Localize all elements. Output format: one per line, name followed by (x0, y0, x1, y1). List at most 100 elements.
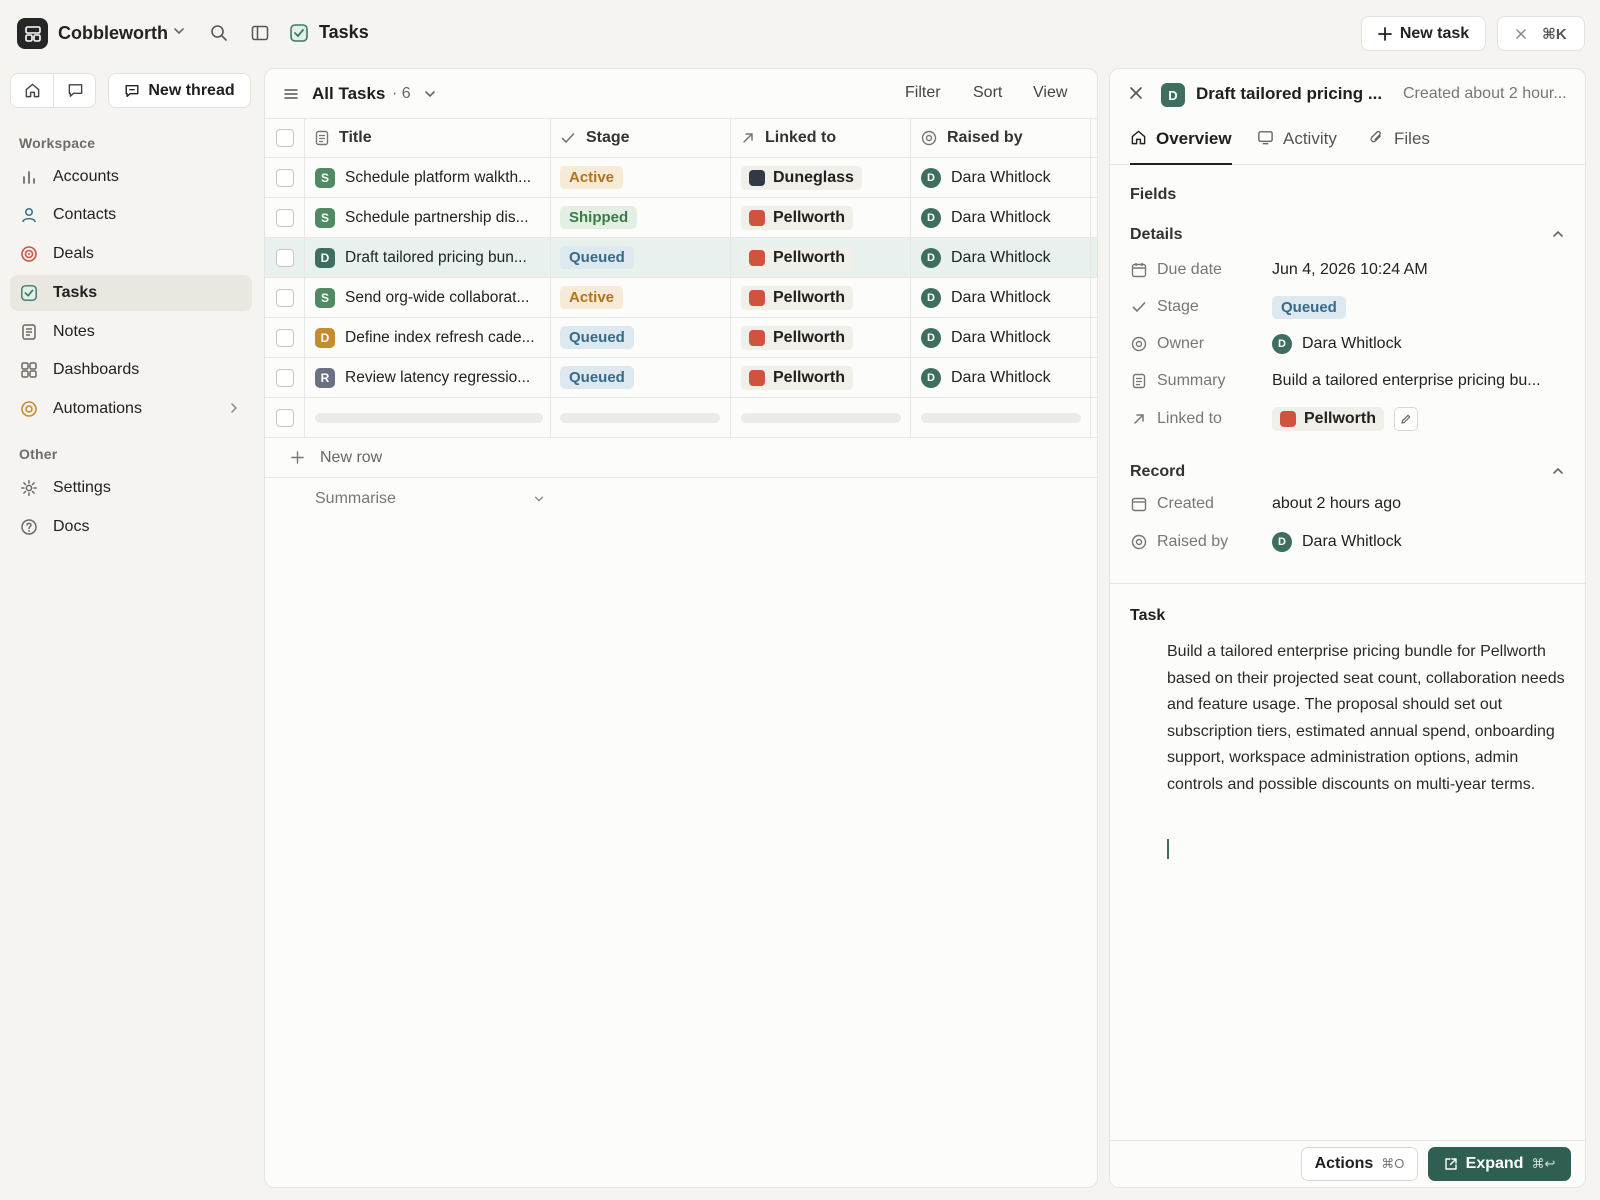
chevron-down-icon[interactable] (172, 24, 186, 38)
linked-pill[interactable]: Pellworth (741, 365, 854, 390)
stage-value[interactable]: Queued (1272, 295, 1346, 319)
row-checkbox[interactable] (275, 168, 294, 187)
details-heading[interactable]: Details (1130, 226, 1182, 244)
linked-cell[interactable]: Pellworth (731, 238, 911, 277)
row-checkbox-cell (265, 158, 305, 197)
table-row[interactable]: D Define index refresh cade... Queued Pellw… (265, 318, 1097, 358)
stage-cell[interactable]: Active (551, 278, 731, 317)
chevron-up-icon[interactable] (1551, 464, 1565, 478)
linked-pill[interactable]: Pellworth (741, 205, 854, 230)
menu-icon[interactable] (283, 86, 299, 102)
row-checkbox[interactable] (275, 288, 294, 307)
linked-cell[interactable]: Pellworth (731, 278, 911, 317)
cmdk-shortcut: ⌘K (1541, 25, 1567, 43)
title-cell[interactable]: R Review latency regressio... (305, 358, 551, 397)
sidebar-item-accounts[interactable]: Accounts (10, 159, 252, 195)
title-cell[interactable]: S Schedule platform walkth... (305, 158, 551, 197)
column-header-stage[interactable]: Stage (551, 119, 731, 157)
sidebar-item-docs[interactable]: Docs (10, 509, 252, 545)
row-checkbox[interactable] (275, 408, 294, 427)
new-row-button[interactable]: New row (265, 438, 1097, 478)
sidebar-item-automations[interactable]: Automations (10, 391, 252, 427)
task-title: Review latency regressio... (345, 368, 531, 386)
linked-pill[interactable]: Pellworth (1272, 407, 1385, 431)
close-icon[interactable] (1129, 86, 1143, 100)
summarise-dropdown[interactable]: Summarise (315, 490, 545, 508)
sidebar-item-deals[interactable]: Deals (10, 236, 252, 272)
title-cell[interactable]: S Schedule partnership dis... (305, 198, 551, 237)
search-icon[interactable] (210, 24, 228, 42)
expand-button[interactable]: Expand ⌘↩ (1428, 1147, 1571, 1181)
sidebar-item-dashboards[interactable]: Dashboards (10, 352, 252, 388)
task-title: Draft tailored pricing bun... (345, 248, 527, 266)
chevron-right-icon[interactable] (228, 402, 240, 414)
due-date-value[interactable]: Jun 4, 2026 10:24 AM (1272, 261, 1428, 279)
raised-cell[interactable]: D Dara Whitlock (911, 198, 1091, 237)
threads-button[interactable] (54, 74, 97, 107)
sidebar-item-settings[interactable]: Settings (10, 470, 252, 506)
actions-button[interactable]: Actions ⌘O (1301, 1147, 1418, 1181)
linked-pill[interactable]: Duneglass (741, 165, 862, 190)
table-row[interactable]: S Schedule platform walkth... Active Dunegl… (265, 158, 1097, 198)
row-checkbox[interactable] (275, 328, 294, 347)
sort-button[interactable]: Sort (973, 84, 1002, 102)
row-checkbox[interactable] (275, 368, 294, 387)
stage-cell[interactable]: Queued (551, 238, 731, 277)
new-task-button[interactable]: New task (1361, 16, 1486, 51)
tab-overview[interactable]: Overview (1130, 129, 1232, 165)
raised-cell[interactable]: D Dara Whitlock (911, 358, 1091, 397)
linked-cell[interactable]: Duneglass (731, 158, 911, 197)
app-logo[interactable] (17, 18, 48, 49)
view-title[interactable]: All Tasks (312, 84, 385, 104)
raised-cell[interactable]: D Dara Whitlock (911, 278, 1091, 317)
tab-activity[interactable]: Activity (1257, 129, 1337, 165)
row-checkbox[interactable] (275, 248, 294, 267)
chevron-up-icon[interactable] (1551, 227, 1565, 241)
raised-cell[interactable]: D Dara Whitlock (911, 238, 1091, 277)
filter-button[interactable]: Filter (905, 84, 941, 102)
record-heading[interactable]: Record (1130, 463, 1185, 481)
raised-cell[interactable]: D Dara Whitlock (911, 318, 1091, 357)
column-header-linked[interactable]: Linked to (731, 119, 911, 157)
table-row[interactable]: R Review latency regressio... Queued Pellwo… (265, 358, 1097, 398)
title-cell[interactable]: S Send org-wide collaborat... (305, 278, 551, 317)
table-row[interactable]: S Schedule partnership dis... Shipped Pellw… (265, 198, 1097, 238)
raised-cell[interactable]: D Dara Whitlock (911, 158, 1091, 197)
stage-cell[interactable]: Queued (551, 358, 731, 397)
linked-pill[interactable]: Pellworth (741, 325, 854, 350)
linked-pill[interactable]: Pellworth (741, 245, 854, 270)
tab-files[interactable]: Files (1368, 129, 1430, 165)
owner-value[interactable]: D Dara Whitlock (1272, 334, 1402, 354)
company-logo (749, 169, 765, 186)
summary-value[interactable]: Build a tailored enterprise pricing bu..… (1272, 372, 1541, 390)
sidebar-item-contacts[interactable]: Contacts (10, 197, 252, 233)
task-description-editor[interactable]: Build a tailored enterprise pricing bund… (1167, 639, 1567, 799)
row-checkbox[interactable] (275, 208, 294, 227)
new-thread-button[interactable]: New thread (108, 73, 251, 108)
close-icon[interactable] (1515, 28, 1527, 40)
column-header-title[interactable]: Title (305, 119, 551, 157)
sidebar-item-notes[interactable]: Notes (10, 314, 252, 350)
stage-cell[interactable]: Shipped (551, 198, 731, 237)
title-cell[interactable]: D Define index refresh cade... (305, 318, 551, 357)
linked-cell[interactable]: Pellworth (731, 198, 911, 237)
table-row[interactable]: S Send org-wide collaborat... Active Pellwo… (265, 278, 1097, 318)
title-cell[interactable]: D Draft tailored pricing bun... (305, 238, 551, 277)
stage-cell[interactable]: Queued (551, 318, 731, 357)
home-button[interactable] (11, 74, 54, 107)
command-palette-button[interactable]: ⌘K (1497, 16, 1585, 51)
linked-cell[interactable]: Pellworth (731, 318, 911, 357)
sidebar-item-tasks[interactable]: Tasks (10, 275, 252, 311)
chevron-down-icon[interactable] (423, 87, 437, 101)
stage-cell[interactable]: Active (551, 158, 731, 197)
sidebar-toggle-icon[interactable] (251, 24, 269, 42)
column-header-raised[interactable]: Raised by (911, 119, 1091, 157)
raised-value[interactable]: D Dara Whitlock (1272, 532, 1402, 552)
table-row[interactable]: D Draft tailored pricing bun... Queued Pell… (265, 238, 1097, 278)
workspace-name[interactable]: Cobbleworth (58, 23, 168, 44)
view-button[interactable]: View (1033, 84, 1067, 102)
select-all-checkbox[interactable] (275, 129, 294, 147)
linked-cell[interactable]: Pellworth (731, 358, 911, 397)
linked-pill[interactable]: Pellworth (741, 285, 854, 310)
edit-linked-button[interactable] (1394, 407, 1419, 431)
